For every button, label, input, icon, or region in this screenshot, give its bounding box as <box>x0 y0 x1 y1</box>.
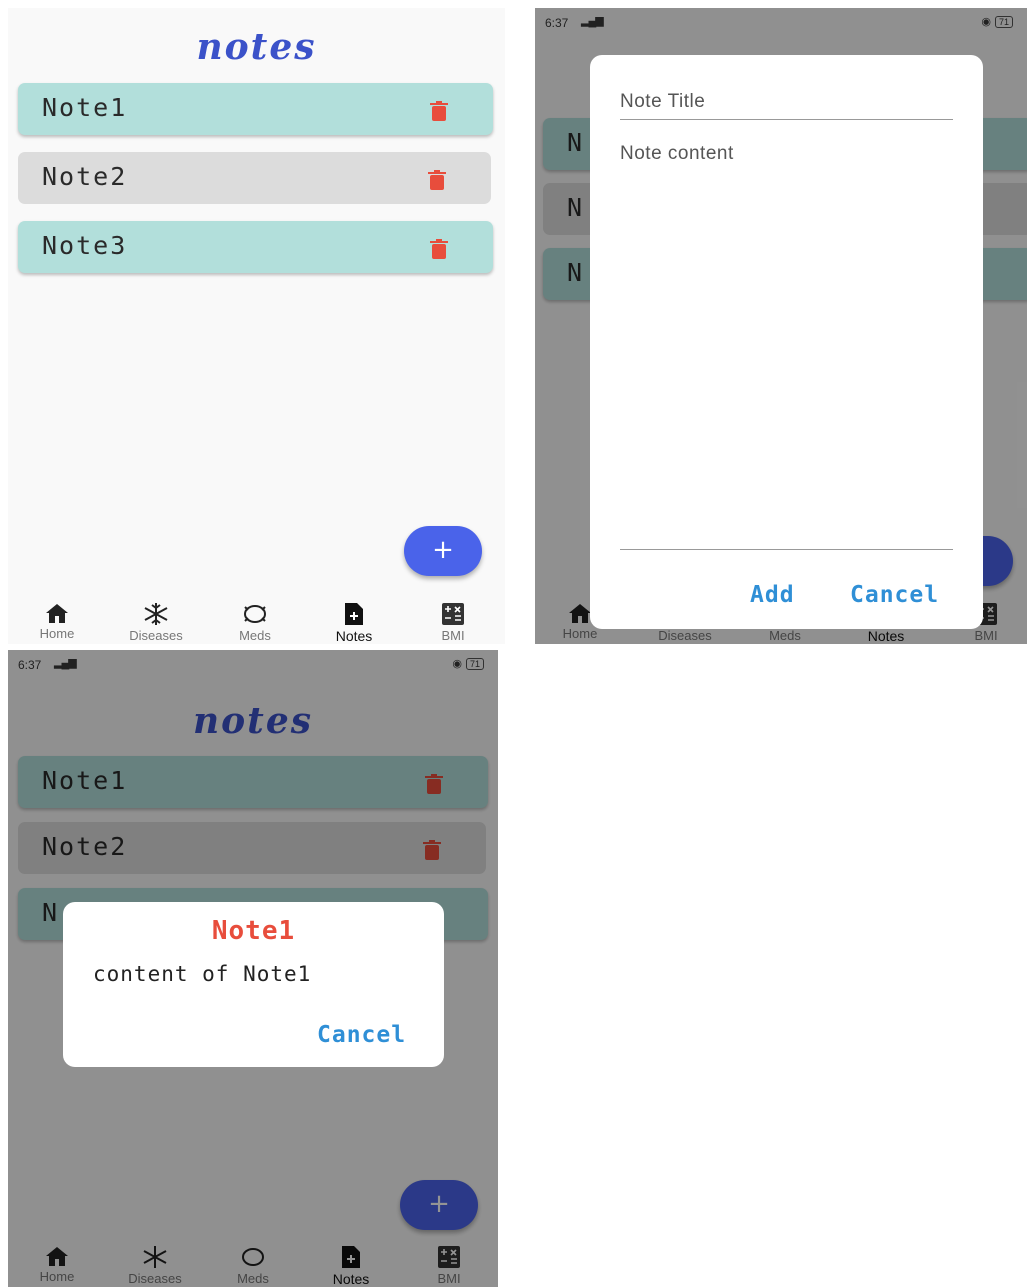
trash-icon[interactable] <box>427 169 447 191</box>
nav-label: BMI <box>441 628 465 643</box>
dialog-content: content of Note1 <box>93 962 312 986</box>
note-title: Note2 <box>42 162 128 191</box>
nav-diseases[interactable]: Diseases <box>111 596 201 643</box>
note-title: Note3 <box>42 231 128 260</box>
page-title: notes <box>196 26 317 68</box>
add-note-screen: 6:37 ▂▄▆ ◉71 N N N + Home Diseases Meds <box>535 8 1027 644</box>
pill-icon <box>244 605 266 623</box>
note-add-icon <box>345 603 363 625</box>
nav-notes[interactable]: Notes <box>309 596 399 644</box>
trash-icon[interactable] <box>429 238 449 260</box>
note-card-2[interactable]: Note2 <box>18 152 491 204</box>
nav-label: Home <box>39 626 75 641</box>
view-note-screen: 6:37 ▂▄▆ ◉ 71 notes Note1 Note2 N + Home … <box>8 650 498 1287</box>
nav-home[interactable]: Home <box>12 596 102 641</box>
dialog-title: Note1 <box>211 916 296 946</box>
note-card-3[interactable]: Note3 <box>18 221 493 273</box>
note-title-input[interactable] <box>620 85 953 120</box>
nav-label: Meds <box>239 628 271 643</box>
calculator-icon <box>442 603 464 625</box>
add-note-dialog: Add Cancel <box>590 55 983 629</box>
cancel-button[interactable]: Cancel <box>317 1022 406 1048</box>
trash-icon[interactable] <box>429 100 449 122</box>
note-content-input[interactable] <box>620 143 953 550</box>
nav-label: Notes <box>335 628 373 644</box>
add-note-button[interactable]: + <box>404 526 482 576</box>
nav-label: Diseases <box>129 628 183 643</box>
note-card-1[interactable]: Note1 <box>18 83 493 135</box>
notes-list-screen: notes Note1 Note2 Note3 + Home Diseases … <box>8 8 505 644</box>
home-icon <box>46 604 68 623</box>
nav-meds[interactable]: Meds <box>210 596 300 643</box>
bottom-navigation: Home Diseases Meds Notes BMI <box>8 596 505 644</box>
view-note-dialog: Note1 content of Note1 Cancel <box>63 902 444 1067</box>
snowflake-icon <box>144 603 168 625</box>
add-button[interactable]: Add <box>750 582 795 608</box>
nav-bmi[interactable]: BMI <box>408 596 498 643</box>
cancel-button[interactable]: Cancel <box>850 582 939 608</box>
note-title: Note1 <box>42 93 128 122</box>
